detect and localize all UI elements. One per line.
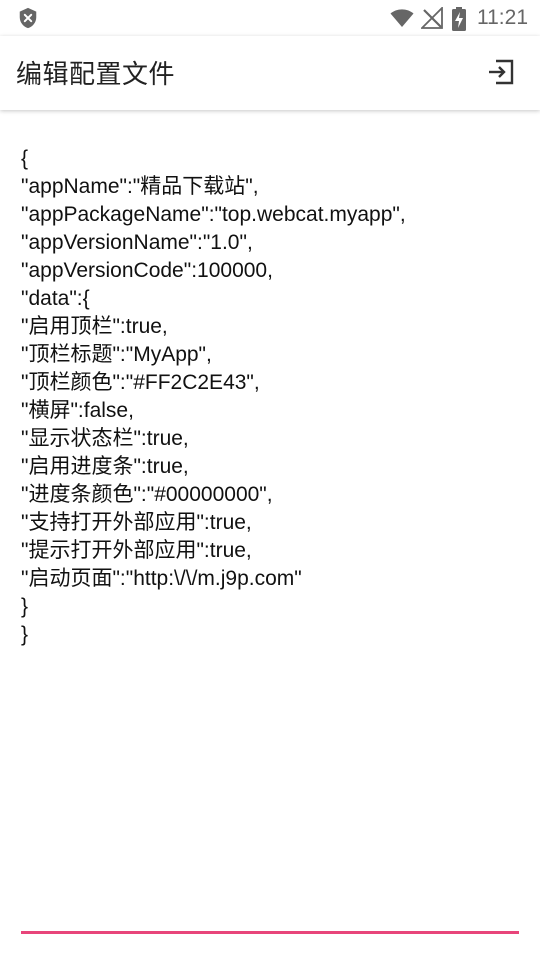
status-bar: 11:21 [0,0,540,36]
battery-charging-icon [452,7,466,31]
shield-icon [17,7,39,29]
config-editor[interactable]: { "appName":"精品下载站", "appPackageName":"t… [21,132,519,932]
wifi-icon [390,7,414,29]
import-button[interactable] [484,56,520,92]
screen: 11:21 编辑配置文件 { "appName":"精品下载站", "appPa… [0,0,540,960]
sign-in-icon [487,57,517,91]
status-time: 11:21 [477,6,528,29]
app-bar: 编辑配置文件 [0,36,540,110]
editor-underline [21,931,519,934]
page-title: 编辑配置文件 [16,60,176,90]
no-signal-icon [419,5,443,29]
status-icons: 11:21 [390,0,528,36]
